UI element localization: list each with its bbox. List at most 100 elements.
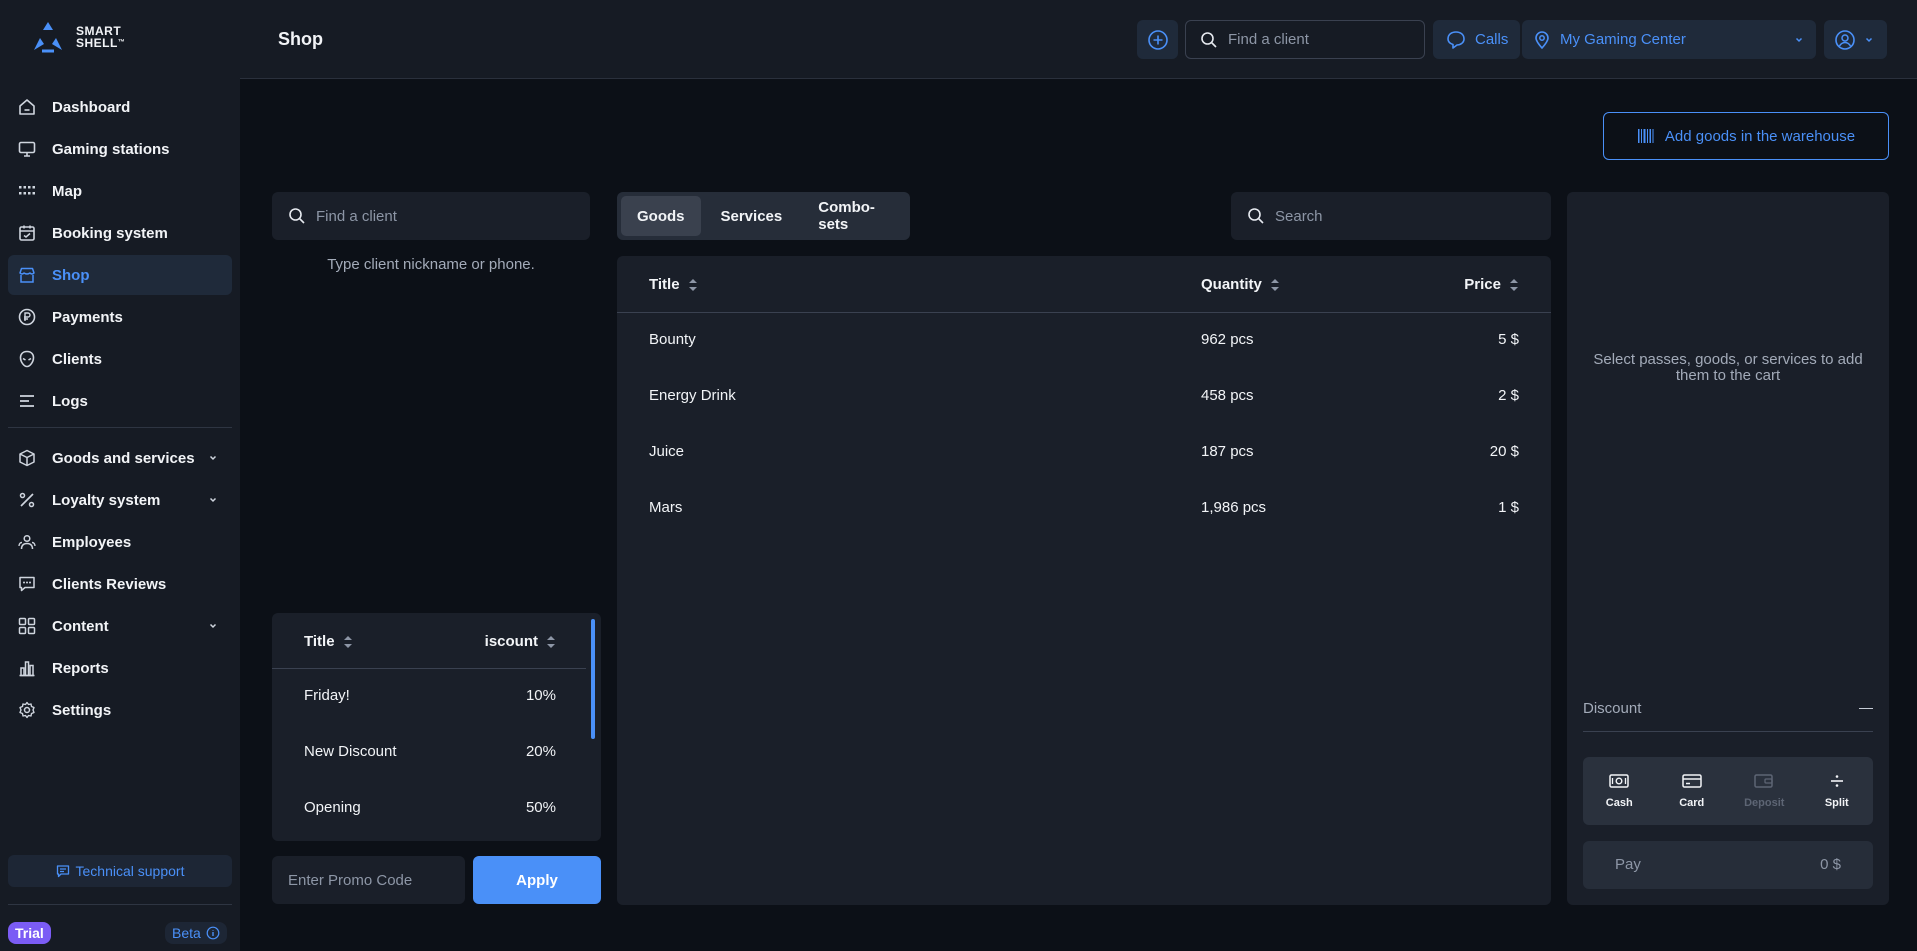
- tab-services[interactable]: Services: [705, 196, 799, 236]
- goods-table-header: Title Quantity Price: [617, 256, 1551, 313]
- sidebar-item-label: Clients Reviews: [52, 575, 167, 593]
- discount-collapse-icon[interactable]: [1859, 708, 1873, 709]
- monitor-icon: [18, 141, 36, 157]
- users-icon: [18, 534, 36, 550]
- sort-icon: [1510, 278, 1518, 291]
- sidebar-item-reports[interactable]: Reports: [8, 648, 232, 688]
- user-menu-button[interactable]: [1824, 20, 1887, 59]
- column-discount-title[interactable]: Title: [304, 633, 353, 650]
- list-item[interactable]: New Discount 20%: [272, 725, 586, 781]
- goods-quantity: 458 pcs: [1201, 387, 1254, 404]
- grid-dots-icon: [19, 186, 35, 195]
- apps-icon: [18, 617, 36, 635]
- plus-circle-icon: [1147, 29, 1168, 50]
- trial-badge[interactable]: Trial: [8, 922, 51, 944]
- smartshell-logo-icon: [34, 22, 62, 53]
- column-price[interactable]: Price: [1464, 276, 1519, 293]
- add-button[interactable]: [1137, 20, 1178, 59]
- sidebar-item-shop[interactable]: Shop: [8, 255, 232, 295]
- sidebar-item-label: Employees: [52, 533, 132, 551]
- client-search-input[interactable]: [316, 207, 496, 225]
- gear-icon: [19, 701, 35, 719]
- column-quantity[interactable]: Quantity: [1201, 276, 1280, 293]
- sidebar-item-label: Goods and services: [52, 449, 195, 467]
- alien-icon: [19, 350, 35, 368]
- goods-title: Juice: [649, 443, 685, 460]
- column-discount[interactable]: iscount: [485, 633, 556, 650]
- beta-badge[interactable]: Beta: [165, 922, 227, 944]
- search-icon: [1248, 208, 1264, 224]
- promo-code-input[interactable]: [288, 871, 458, 889]
- sort-icon: [1270, 278, 1279, 291]
- sidebar-item-map[interactable]: Map: [8, 171, 232, 211]
- chevron-down-icon: [209, 497, 217, 503]
- table-row[interactable]: Mars 1,986 pcs 1 $: [617, 481, 1551, 537]
- header-search-input[interactable]: [1228, 31, 1408, 48]
- discount-scrollbar[interactable]: [591, 619, 595, 739]
- discount-title: New Discount: [304, 743, 397, 760]
- payment-split[interactable]: Split: [1801, 757, 1874, 825]
- payment-cash[interactable]: Cash: [1583, 757, 1656, 825]
- logo[interactable]: SMART SHELL™: [30, 20, 125, 54]
- technical-support-label: Technical support: [75, 863, 185, 879]
- sidebar: SMART SHELL™ Dashboard Gaming stations M…: [0, 0, 240, 951]
- add-goods-warehouse-button[interactable]: Add goods in the warehouse: [1603, 112, 1889, 160]
- discount-value: 20%: [525, 743, 556, 760]
- sidebar-item-gaming-stations[interactable]: Gaming stations: [8, 129, 232, 169]
- payment-deposit-label: Deposit: [1744, 797, 1785, 809]
- sidebar-item-label: Dashboard: [52, 98, 131, 116]
- goods-table: Title Quantity Price Bounty 962 pcs 5 $ …: [617, 256, 1551, 905]
- column-price-label: Price: [1464, 276, 1501, 293]
- sidebar-item-settings[interactable]: Settings: [8, 690, 232, 730]
- add-goods-label: Add goods in the warehouse: [1664, 127, 1856, 145]
- table-row[interactable]: Bounty 962 pcs 5 $: [617, 313, 1551, 369]
- lines-icon: [20, 395, 34, 407]
- goods-price: 5 $: [1498, 331, 1519, 348]
- discount-title: Friday!: [304, 687, 350, 704]
- goods-price: 20 $: [1489, 443, 1519, 460]
- location-select[interactable]: My Gaming Center: [1522, 20, 1816, 59]
- payment-cash-label: Cash: [1605, 797, 1633, 809]
- table-row[interactable]: Juice 187 pcs 20 $: [617, 425, 1551, 481]
- promo-code-field[interactable]: [272, 856, 465, 904]
- column-title[interactable]: Title: [649, 276, 698, 293]
- client-search[interactable]: [272, 192, 590, 240]
- apply-button[interactable]: Apply: [473, 856, 601, 904]
- sidebar-item-clients-reviews[interactable]: Clients Reviews: [8, 564, 232, 604]
- table-row[interactable]: Energy Drink 458 pcs 2 $: [617, 369, 1551, 425]
- chevron-down-icon: [209, 455, 217, 461]
- sidebar-item-employees[interactable]: Employees: [8, 522, 232, 562]
- sidebar-nav: Dashboard Gaming stations Map Booking sy…: [8, 87, 232, 732]
- page-title: Shop: [278, 29, 323, 49]
- sidebar-item-clients[interactable]: Clients: [8, 339, 232, 379]
- list-item[interactable]: Friday! 10%: [272, 669, 586, 725]
- column-title-label: Title: [649, 276, 680, 293]
- wallet-icon: [1754, 774, 1773, 788]
- tab-goods[interactable]: Goods: [621, 196, 701, 236]
- pay-button[interactable]: Pay 0 $: [1583, 841, 1873, 889]
- percent-icon: [19, 492, 35, 508]
- cart-empty-message: Select passes, goods, or services to add…: [1593, 351, 1863, 384]
- sidebar-item-goods-and-services[interactable]: Goods and services: [8, 438, 232, 478]
- tab-combo-sets[interactable]: Combo-sets: [802, 196, 906, 236]
- goods-title: Bounty: [649, 331, 696, 348]
- technical-support-button[interactable]: Technical support: [8, 855, 232, 887]
- divide-icon: [1830, 775, 1843, 787]
- sidebar-item-logs[interactable]: Logs: [8, 381, 232, 421]
- sidebar-item-dashboard[interactable]: Dashboard: [8, 87, 232, 127]
- calls-button[interactable]: Calls: [1433, 20, 1521, 59]
- goods-title: Mars: [649, 499, 683, 516]
- header-client-search[interactable]: [1185, 20, 1425, 59]
- sidebar-item-payments[interactable]: Payments: [8, 297, 232, 337]
- location-label: My Gaming Center: [1560, 31, 1686, 48]
- sort-icon: [343, 635, 352, 648]
- payment-card[interactable]: Card: [1656, 757, 1729, 825]
- sidebar-item-label: Shop: [52, 266, 90, 284]
- goods-search-input[interactable]: [1275, 207, 1455, 225]
- list-item[interactable]: Opening 50%: [272, 781, 586, 837]
- sidebar-item-loyalty-system[interactable]: Loyalty system: [8, 480, 232, 520]
- sidebar-item-booking-system[interactable]: Booking system: [8, 213, 232, 253]
- column-discount-title-label: Title: [304, 633, 335, 650]
- sidebar-item-content[interactable]: Content: [8, 606, 232, 646]
- goods-search[interactable]: [1231, 192, 1551, 240]
